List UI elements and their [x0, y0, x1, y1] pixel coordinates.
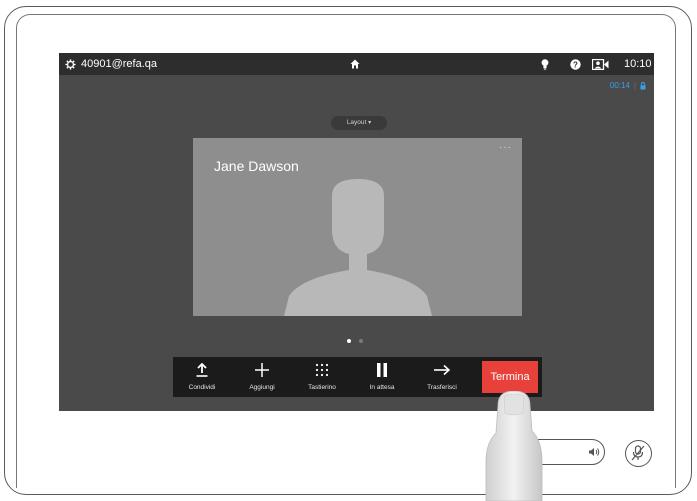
home-icon — [350, 59, 360, 69]
page-indicator — [347, 339, 363, 343]
page-dot — [359, 339, 363, 343]
participant-video[interactable]: Jane Dawson ··· — [193, 138, 522, 316]
call-duration: 00:14 — [609, 81, 630, 90]
proximity-button[interactable] — [541, 53, 549, 75]
add-label: Aggiungi — [249, 384, 275, 391]
home-button[interactable] — [350, 53, 360, 75]
camera-icon — [592, 58, 609, 70]
layout-button[interactable]: Layout ▾ — [331, 116, 387, 130]
chevron-down-icon: ▾ — [368, 120, 372, 126]
timer-divider: | — [633, 81, 636, 90]
mute-button[interactable] — [625, 440, 652, 467]
microphone-muted-icon — [631, 445, 645, 461]
share-upload-icon — [196, 363, 208, 377]
pause-icon — [377, 363, 387, 377]
plus-icon — [255, 363, 269, 377]
gear-icon — [65, 58, 76, 70]
avatar-silhouette-icon — [284, 179, 432, 316]
screen: 40901@refa.qa ? 10:10 00:14 | Layout ▾ J… — [59, 53, 654, 411]
keypad-button[interactable]: Tastierino — [293, 357, 351, 397]
share-label: Condividi — [188, 384, 216, 391]
arrow-right-icon — [434, 364, 450, 376]
help-button[interactable]: ? — [570, 53, 581, 75]
page-dot-active — [347, 339, 351, 343]
pointing-finger-illustration — [485, 391, 543, 501]
share-button[interactable]: Condividi — [173, 357, 231, 397]
transfer-label: Trasferisci — [427, 384, 457, 391]
layout-label: Layout — [346, 119, 367, 126]
transfer-button[interactable]: Trasferisci — [413, 357, 471, 397]
keypad-icon — [315, 363, 329, 377]
end-call-button[interactable]: Termina — [482, 361, 538, 393]
add-participant-button[interactable]: Aggiungi — [233, 357, 291, 397]
hold-button[interactable]: In attesa — [353, 357, 411, 397]
volume-up-icon — [589, 448, 600, 456]
account-label: 40901@refa.qa — [81, 58, 158, 70]
lock-icon — [640, 81, 646, 89]
call-timer: 00:14 | — [610, 81, 646, 90]
svg-text:?: ? — [573, 60, 578, 69]
clock: 10:10 — [624, 58, 652, 70]
selfview-button[interactable] — [592, 53, 609, 75]
status-bar: 40901@refa.qa ? 10:10 — [59, 53, 654, 75]
lightbulb-icon — [541, 58, 549, 70]
settings-button[interactable]: 40901@refa.qa — [65, 53, 157, 75]
hold-label: In attesa — [369, 384, 395, 391]
keypad-label: Tastierino — [308, 384, 336, 391]
help-icon: ? — [570, 58, 581, 70]
